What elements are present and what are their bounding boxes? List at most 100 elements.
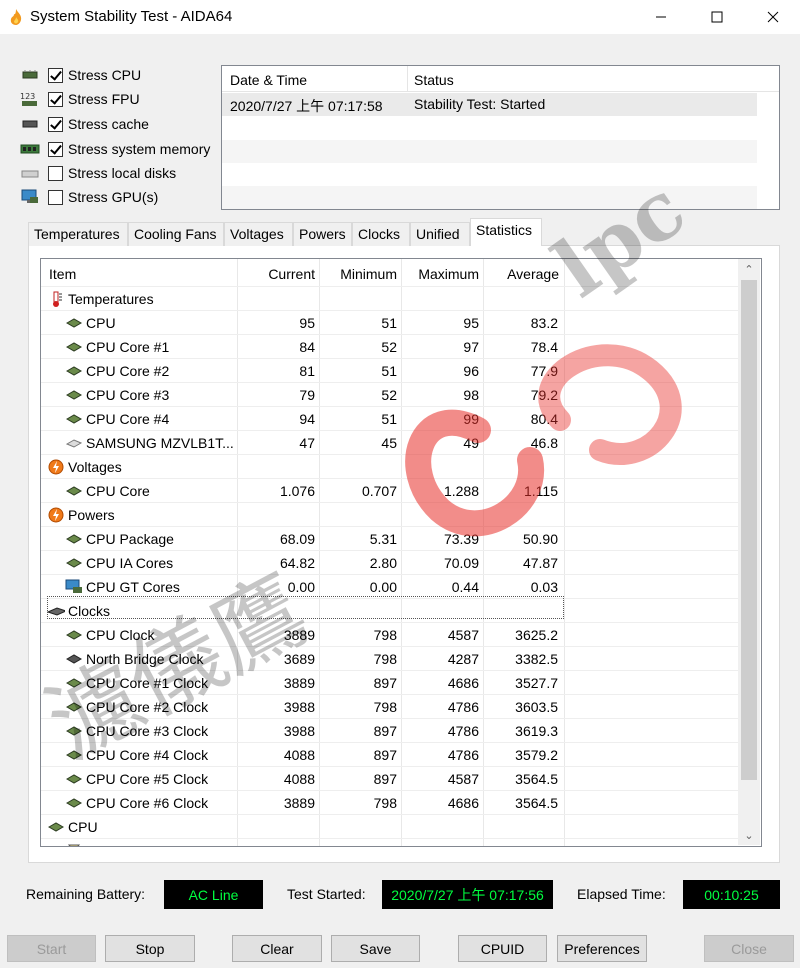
row-label: CPU <box>68 819 98 835</box>
clear-button[interactable]: Clear <box>232 935 322 962</box>
tab-statistics[interactable]: Statistics <box>470 218 542 246</box>
cell-min: 51 <box>381 363 397 379</box>
table-row[interactable]: North Bridge Clock 3689 798 4287 3382.5 <box>41 646 741 670</box>
stop-button[interactable]: Stop <box>105 935 195 962</box>
log-empty-row <box>222 140 757 163</box>
group-row[interactable]: Voltages <box>41 454 741 478</box>
save-button[interactable]: Save <box>331 935 420 962</box>
scroll-down-icon[interactable]: ⌄ <box>738 825 760 845</box>
table-row[interactable]: CPU 95 51 95 83.2 <box>41 310 741 334</box>
cell-max: 97 <box>463 339 479 355</box>
item-name: CPU Core #4 Clock <box>65 747 208 763</box>
minimize-button[interactable] <box>638 0 684 34</box>
stress-disks-label: Stress local disks <box>68 165 177 181</box>
row-label: SAMSUNG MZVLB1T... <box>86 435 234 451</box>
col-current[interactable]: Current <box>237 266 315 282</box>
chip-icon <box>65 317 83 329</box>
thermometer-icon <box>47 291 65 307</box>
cell-avg: 3603.5 <box>515 699 558 715</box>
cpuid-button[interactable]: CPUID <box>458 935 547 962</box>
cell-current: 79 <box>299 387 315 403</box>
group-row[interactable]: CPU <box>41 814 741 838</box>
stress-gpu-checkbox[interactable] <box>48 189 63 205</box>
col-average[interactable]: Average <box>483 266 559 282</box>
tab-cooling-fans[interactable]: Cooling Fans <box>128 222 224 246</box>
row-label: Temperatures <box>68 291 154 307</box>
cell-min: 798 <box>373 651 397 667</box>
group-row[interactable]: Temperatures <box>41 286 741 310</box>
table-row[interactable]: CPU Core #4 Clock 4088 897 4786 3579.2 <box>41 742 741 766</box>
row-label: CPU Package <box>86 531 174 547</box>
tab-unified[interactable]: Unified <box>410 222 470 246</box>
table-row[interactable]: CPU Core #3 Clock 3988 897 4786 3619.3 <box>41 718 741 742</box>
col-minimum[interactable]: Minimum <box>319 266 397 282</box>
log-row[interactable]: 2020/7/27 上午 07:17:58 Stability Test: St… <box>222 93 757 116</box>
table-row[interactable]: CPU Core #2 81 51 96 77.9 <box>41 358 741 382</box>
table-row[interactable]: CPU IA Cores 64.82 2.80 70.09 47.87 <box>41 550 741 574</box>
stress-gpu-label: Stress GPU(s) <box>68 189 159 205</box>
table-row[interactable]: CPU Core #1 84 52 97 78.4 <box>41 334 741 358</box>
col-item[interactable]: Item <box>49 266 76 282</box>
table-row[interactable]: CPU Package 68.09 5.31 73.39 50.90 <box>41 526 741 550</box>
chip-icon <box>65 341 83 353</box>
close-window-button[interactable] <box>750 0 796 34</box>
log-col-status[interactable]: Status <box>414 72 454 88</box>
start-button[interactable]: Start <box>7 935 96 962</box>
table-row[interactable]: CPU Core #4 94 51 99 80.4 <box>41 406 741 430</box>
col-maximum[interactable]: Maximum <box>401 266 479 282</box>
table-row[interactable]: CPU Core #1 Clock 3889 897 4686 3527.7 <box>41 670 741 694</box>
scroll-up-icon[interactable]: ⌃ <box>738 259 760 279</box>
table-row[interactable]: SAMSUNG MZVLB1T... 47 45 49 46.8 <box>41 430 741 454</box>
item-name: CPU Package <box>65 531 174 547</box>
close-button[interactable]: Close <box>704 935 794 962</box>
cell-current: 3889 <box>283 675 315 691</box>
stress-disks-checkbox[interactable] <box>48 165 63 181</box>
table-row[interactable]: CPU Core #2 Clock 3988 798 4786 3603.5 <box>41 694 741 718</box>
battery-value: AC Line <box>164 880 263 909</box>
stress-fpu-option[interactable]: 123 Stress FPU <box>20 88 140 110</box>
stress-memory-option[interactable]: Stress system memory <box>20 138 210 160</box>
table-row[interactable]: CPU Utilization 100 0 100 99.9 <box>41 838 741 846</box>
stress-fpu-checkbox[interactable] <box>48 91 63 107</box>
cell-min: 798 <box>373 699 397 715</box>
statistics-header: Item Current Minimum Maximum Average <box>41 259 741 287</box>
stress-cache-option[interactable]: Stress cache <box>20 113 149 135</box>
maximize-button[interactable] <box>694 0 740 34</box>
tab-powers[interactable]: Powers <box>293 222 352 246</box>
table-row[interactable]: CPU Core #6 Clock 3889 798 4686 3564.5 <box>41 790 741 814</box>
group-row[interactable]: Powers <box>41 502 741 526</box>
table-row[interactable]: CPU Core #5 Clock 4088 897 4587 3564.5 <box>41 766 741 790</box>
cell-max: 100 <box>401 843 479 846</box>
scroll-thumb[interactable] <box>741 280 757 780</box>
table-row[interactable]: CPU GT Cores 0.00 0.00 0.44 0.03 <box>41 574 741 598</box>
memory-module-icon <box>20 141 40 157</box>
table-row[interactable]: CPU Core 1.076 0.707 1.288 1.115 <box>41 478 741 502</box>
table-row[interactable]: CPU Core #3 79 52 98 79.2 <box>41 382 741 406</box>
stress-cache-checkbox[interactable] <box>48 116 63 132</box>
log-header: Date & Time Status <box>222 66 779 92</box>
stress-disks-option[interactable]: Stress local disks <box>20 162 176 184</box>
tab-clocks[interactable]: Clocks <box>352 222 410 246</box>
log-empty-row <box>222 186 757 209</box>
log-table[interactable]: Date & Time Status 2020/7/27 上午 07:17:58… <box>221 65 780 210</box>
svg-text:123: 123 <box>20 92 35 101</box>
stress-cpu-option[interactable]: Stress CPU <box>20 64 141 86</box>
vertical-scrollbar[interactable]: ⌃ ⌄ <box>738 259 760 845</box>
statistics-grid[interactable]: Item Current Minimum Maximum Average Tem… <box>40 258 762 847</box>
cell-max: 4786 <box>447 699 479 715</box>
cell-current: 3988 <box>283 699 315 715</box>
stress-gpu-option[interactable]: Stress GPU(s) <box>20 186 158 208</box>
log-col-datetime[interactable]: Date & Time <box>230 72 307 88</box>
cell-min: 51 <box>381 315 397 331</box>
row-label: North Bridge Clock <box>86 651 204 667</box>
stress-memory-label: Stress system memory <box>68 141 211 157</box>
stress-memory-checkbox[interactable] <box>48 141 63 157</box>
cell-max: 0.44 <box>451 579 479 595</box>
item-name: CPU Core #3 <box>65 387 169 403</box>
preferences-button[interactable]: Preferences <box>557 935 647 962</box>
tab-voltages[interactable]: Voltages <box>224 222 293 246</box>
cell-current: 3689 <box>283 651 315 667</box>
tab-temperatures[interactable]: Temperatures <box>28 222 128 246</box>
table-row[interactable]: CPU Clock 3889 798 4587 3625.2 <box>41 622 741 646</box>
stress-cpu-checkbox[interactable] <box>48 67 63 83</box>
